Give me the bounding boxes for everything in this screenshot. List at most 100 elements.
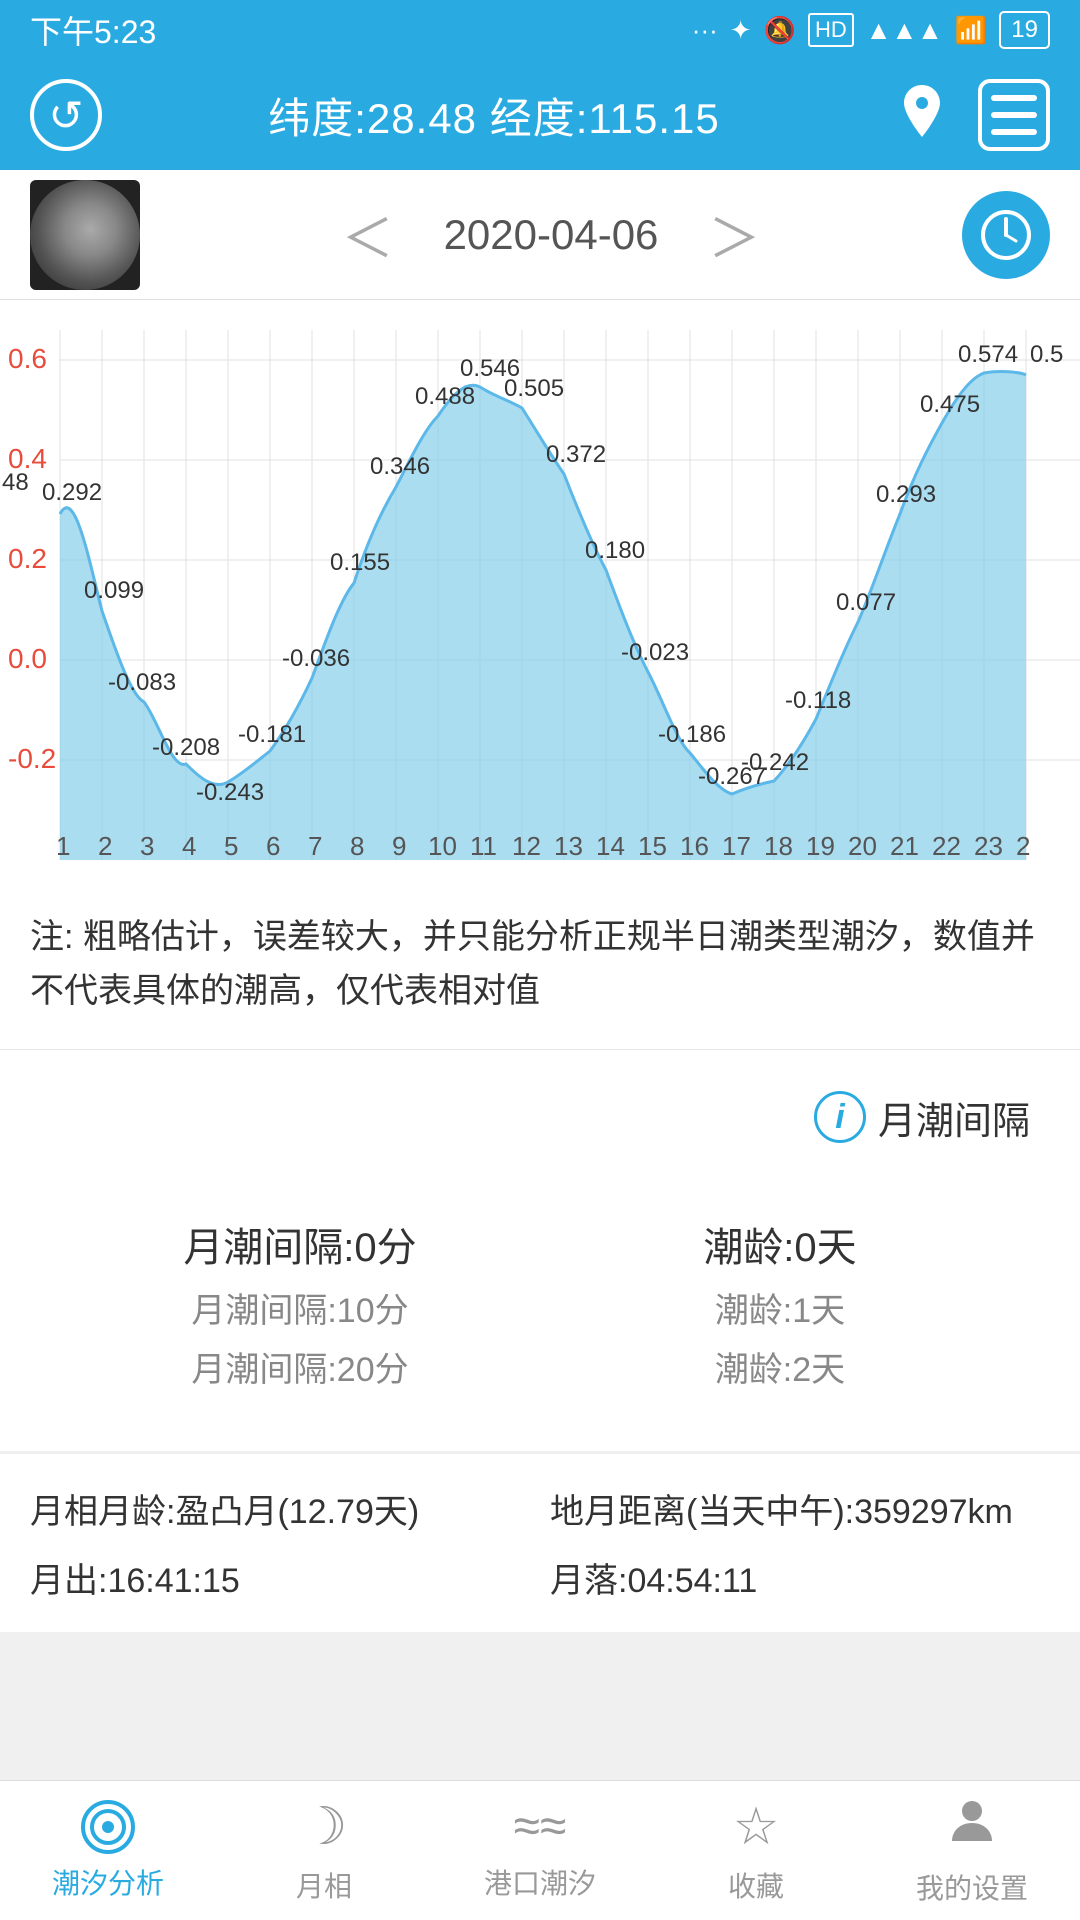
- nav-item-port-tide[interactable]: ≈≈ 港口潮汐: [432, 1781, 648, 1920]
- svg-text:20: 20: [848, 831, 877, 861]
- moonrise: 月出:16:41:15: [30, 1553, 530, 1602]
- svg-text:6: 6: [266, 831, 280, 861]
- svg-text:0.2: 0.2: [8, 543, 47, 574]
- svg-text:-0.186: -0.186: [658, 721, 726, 748]
- svg-text:0.488: 0.488: [415, 383, 475, 410]
- nav-label-port-tide: 港口潮汐: [484, 1862, 596, 1902]
- svg-text:4: 4: [182, 831, 196, 861]
- svg-text:0.5: 0.5: [1030, 341, 1063, 368]
- prev-date-button[interactable]: ＜: [332, 187, 404, 282]
- nav-item-settings[interactable]: 我的设置: [864, 1781, 1080, 1920]
- nav-item-favorites[interactable]: ☆ 收藏: [648, 1781, 864, 1920]
- location-icon-button[interactable]: [886, 79, 958, 151]
- svg-text:5: 5: [224, 831, 238, 861]
- svg-text:19: 19: [806, 831, 835, 861]
- nav-label-moon-phase: 月相: [296, 1865, 352, 1905]
- svg-text:14: 14: [596, 831, 625, 861]
- refresh-icon: ↺: [48, 91, 83, 140]
- tide-age-col: 潮龄:0天 潮龄:1天 潮龄:2天: [540, 1215, 1020, 1391]
- svg-text:0.346: 0.346: [370, 453, 430, 480]
- svg-text:-0.181: -0.181: [238, 721, 306, 748]
- interval-section: i 月潮间隔 月潮间隔:0分 月潮间隔:10分 月潮间隔:20分 潮龄:0天 潮…: [0, 1050, 1080, 1451]
- svg-text:0.155: 0.155: [330, 549, 390, 576]
- note-text: 注: 粗略估计，误差较大，并只能分析正规半日潮类型潮汐，数值并不代表具体的潮高，…: [0, 880, 1080, 1050]
- current-date: 2020-04-06: [444, 211, 659, 259]
- svg-text:21: 21: [890, 831, 919, 861]
- bluetooth-icon: ✦: [730, 15, 752, 46]
- svg-text:13: 13: [554, 831, 583, 861]
- svg-text:0.292: 0.292: [42, 479, 102, 506]
- svg-text:-0.2: -0.2: [8, 743, 56, 774]
- port-tide-icon: ≈≈: [514, 1799, 567, 1854]
- svg-text:12: 12: [512, 831, 541, 861]
- tide-chart-svg: 0.6 0.4 0.2 0.0 -0.2: [0, 300, 1080, 880]
- svg-text:22: 22: [932, 831, 961, 861]
- moon-interval-sub2: 月潮间隔:20分: [191, 1342, 408, 1391]
- next-date-button[interactable]: ＞: [698, 187, 770, 282]
- svg-text:-0.242: -0.242: [741, 749, 809, 776]
- coordinates-title: 纬度:28.48 经度:115.15: [268, 85, 719, 146]
- clock-button[interactable]: [962, 191, 1050, 279]
- moon-interval-sub1: 月潮间隔:10分: [191, 1283, 408, 1332]
- status-icons: ··· ✦ 🔕 HD ▲▲▲ 📶 19: [692, 11, 1050, 49]
- svg-text:-0.023: -0.023: [621, 639, 689, 666]
- svg-text:2: 2: [1016, 831, 1030, 861]
- svg-text:0.475: 0.475: [920, 391, 980, 418]
- wifi-icon: 📶: [955, 15, 987, 46]
- tide-age-sub2: 潮龄:2天: [715, 1342, 845, 1391]
- svg-text:15: 15: [638, 831, 667, 861]
- moon-thumbnail: [30, 180, 140, 290]
- svg-text:-0.243: -0.243: [196, 779, 264, 806]
- svg-text:-0.036: -0.036: [282, 645, 350, 672]
- nav-item-moon-phase[interactable]: ☽ 月相: [216, 1781, 432, 1920]
- settings-person-icon: [946, 1795, 998, 1859]
- svg-text:0.574: 0.574: [958, 341, 1018, 368]
- svg-text:10: 10: [428, 831, 457, 861]
- favorites-icon: ☆: [733, 1797, 780, 1857]
- svg-text:0.0: 0.0: [8, 643, 47, 674]
- svg-text:-0.118: -0.118: [785, 687, 851, 714]
- tide-chart: 0.6 0.4 0.2 0.0 -0.2: [0, 300, 1080, 880]
- svg-text:3: 3: [140, 831, 154, 861]
- signal-bars: ▲▲▲: [866, 15, 943, 46]
- svg-text:0.6: 0.6: [8, 343, 47, 374]
- moon-phase: 月相月龄:盈凸月(12.79天): [30, 1484, 530, 1533]
- nav-label-tide-analysis: 潮汐分析: [52, 1862, 164, 1902]
- tide-analysis-icon: [81, 1800, 135, 1854]
- interval-header: i 月潮间隔: [30, 1090, 1050, 1145]
- svg-text:17: 17: [722, 831, 751, 861]
- interval-section-label: 月潮间隔: [878, 1090, 1030, 1145]
- svg-text:2: 2: [98, 831, 112, 861]
- info-icon[interactable]: i: [814, 1091, 866, 1143]
- mute-icon: 🔕: [764, 15, 796, 46]
- svg-text:9: 9: [392, 831, 406, 861]
- moon-phase-icon: ☽: [301, 1797, 348, 1857]
- info-symbol: i: [835, 1098, 844, 1137]
- data-grid: 月潮间隔:0分 月潮间隔:10分 月潮间隔:20分 潮龄:0天 潮龄:1天 潮龄…: [30, 1195, 1050, 1431]
- date-nav-row: ＜ 2020-04-06 ＞: [0, 170, 1080, 300]
- header-bar: ↺ 纬度:28.48 经度:115.15: [0, 60, 1080, 170]
- svg-text:8: 8: [350, 831, 364, 861]
- svg-text:0.077: 0.077: [836, 589, 896, 616]
- svg-text:0.293: 0.293: [876, 481, 936, 508]
- svg-text:1: 1: [56, 831, 70, 861]
- svg-text:16: 16: [680, 831, 709, 861]
- earth-moon-dist: 地月距离(当天中午):359297km: [550, 1484, 1050, 1533]
- svg-text:0.099: 0.099: [84, 577, 144, 604]
- header-right-icons: [886, 79, 1050, 151]
- menu-list-button[interactable]: [978, 79, 1050, 151]
- status-bar: 下午5:23 ··· ✦ 🔕 HD ▲▲▲ 📶 19: [0, 0, 1080, 60]
- svg-text:0.505: 0.505: [504, 375, 564, 402]
- svg-text:48: 48: [2, 469, 29, 496]
- nav-label-settings: 我的设置: [916, 1867, 1028, 1907]
- nav-item-tide-analysis[interactable]: 潮汐分析: [0, 1781, 216, 1920]
- extra-info: 月相月龄:盈凸月(12.79天) 地月距离(当天中午):359297km 月出:…: [0, 1453, 1080, 1632]
- svg-text:-0.208: -0.208: [152, 734, 220, 761]
- status-time: 下午5:23: [30, 7, 156, 53]
- signal-dots: ···: [692, 15, 718, 46]
- moon-interval-main: 月潮间隔:0分: [183, 1215, 416, 1273]
- svg-text:0.372: 0.372: [546, 441, 606, 468]
- svg-text:7: 7: [308, 831, 322, 861]
- refresh-button[interactable]: ↺: [30, 79, 102, 151]
- svg-text:-0.083: -0.083: [108, 669, 176, 696]
